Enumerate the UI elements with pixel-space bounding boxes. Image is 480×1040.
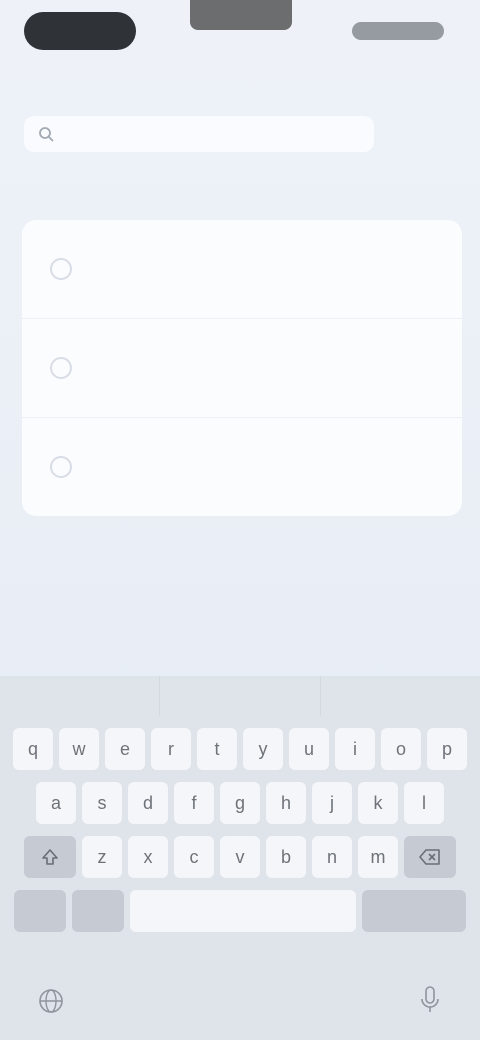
key-p[interactable]: p bbox=[427, 728, 467, 770]
key-b[interactable]: b bbox=[266, 836, 306, 878]
search-row bbox=[0, 112, 480, 156]
backspace-key[interactable] bbox=[404, 836, 456, 878]
key-a[interactable]: a bbox=[36, 782, 76, 824]
space-key[interactable] bbox=[130, 890, 356, 932]
shift-icon bbox=[42, 849, 58, 865]
list-item[interactable] bbox=[22, 318, 462, 417]
backspace-icon bbox=[419, 849, 440, 865]
status-time bbox=[24, 12, 136, 50]
key-w[interactable]: w bbox=[59, 728, 99, 770]
key-l[interactable]: l bbox=[404, 782, 444, 824]
suggestion-item[interactable] bbox=[321, 676, 480, 716]
key-c[interactable]: c bbox=[174, 836, 214, 878]
key-j[interactable]: j bbox=[312, 782, 352, 824]
key-y[interactable]: y bbox=[243, 728, 283, 770]
key-v[interactable]: v bbox=[220, 836, 260, 878]
screen: q w e r t y u i o p a s d f g h j k l z … bbox=[0, 0, 480, 1040]
numbers-key[interactable] bbox=[14, 890, 66, 932]
microphone-icon[interactable] bbox=[418, 984, 442, 1016]
key-row: z x c v b n m bbox=[0, 836, 480, 878]
radio-icon[interactable] bbox=[50, 258, 72, 280]
globe-icon[interactable] bbox=[36, 986, 66, 1016]
suggestion-bar bbox=[0, 676, 480, 716]
radio-icon[interactable] bbox=[50, 456, 72, 478]
key-s[interactable]: s bbox=[82, 782, 122, 824]
suggestion-item[interactable] bbox=[0, 676, 161, 716]
key-k[interactable]: k bbox=[358, 782, 398, 824]
key-f[interactable]: f bbox=[174, 782, 214, 824]
results-card bbox=[22, 220, 462, 516]
nav-header bbox=[0, 64, 480, 108]
suggestion-item[interactable] bbox=[160, 676, 321, 716]
key-r[interactable]: r bbox=[151, 728, 191, 770]
search-icon bbox=[39, 127, 54, 142]
key-row: q w e r t y u i o p bbox=[0, 728, 480, 770]
key-d[interactable]: d bbox=[128, 782, 168, 824]
status-icons bbox=[352, 22, 444, 40]
emoji-key[interactable] bbox=[72, 890, 124, 932]
search-input[interactable] bbox=[24, 116, 374, 152]
key-i[interactable]: i bbox=[335, 728, 375, 770]
radio-icon[interactable] bbox=[50, 357, 72, 379]
key-x[interactable]: x bbox=[128, 836, 168, 878]
status-bar bbox=[0, 0, 480, 64]
key-row bbox=[0, 890, 480, 932]
list-item[interactable] bbox=[22, 417, 462, 516]
key-g[interactable]: g bbox=[220, 782, 260, 824]
key-n[interactable]: n bbox=[312, 836, 352, 878]
key-z[interactable]: z bbox=[82, 836, 122, 878]
shift-key[interactable] bbox=[24, 836, 76, 878]
keyboard-action-key[interactable] bbox=[362, 890, 466, 932]
key-row: a s d f g h j k l bbox=[0, 782, 480, 824]
key-h[interactable]: h bbox=[266, 782, 306, 824]
key-q[interactable]: q bbox=[13, 728, 53, 770]
keyboard: q w e r t y u i o p a s d f g h j k l z … bbox=[0, 676, 480, 1040]
camera-notch bbox=[190, 0, 292, 30]
key-m[interactable]: m bbox=[358, 836, 398, 878]
keyboard-bottom-bar bbox=[0, 966, 480, 1040]
key-u[interactable]: u bbox=[289, 728, 329, 770]
key-o[interactable]: o bbox=[381, 728, 421, 770]
list-item[interactable] bbox=[22, 220, 462, 318]
key-t[interactable]: t bbox=[197, 728, 237, 770]
key-e[interactable]: e bbox=[105, 728, 145, 770]
